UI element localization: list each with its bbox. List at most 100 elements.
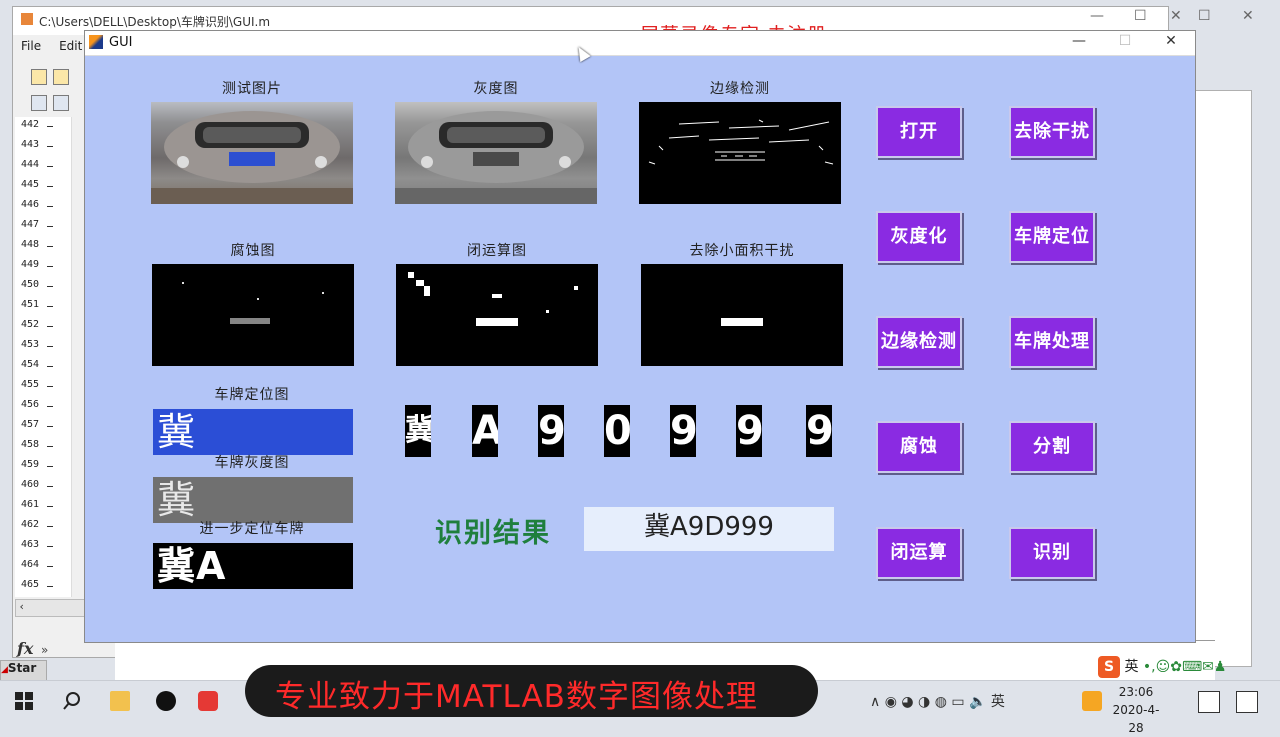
breakpoint-dash[interactable]	[47, 246, 53, 247]
line-number: 461	[21, 499, 40, 510]
sogou-icon[interactable]: S	[1098, 656, 1120, 678]
action-center-icon[interactable]	[1236, 691, 1258, 713]
breakpoint-dash[interactable]	[47, 326, 53, 327]
line-number: 447	[21, 219, 40, 230]
line-number: 455	[21, 379, 40, 390]
close-icon[interactable]: ✕	[1170, 8, 1182, 24]
breakpoint-dash[interactable]	[47, 506, 53, 507]
line-number: 450	[21, 279, 40, 290]
menu-edit[interactable]: Edit	[59, 39, 82, 53]
breakpoint-dash[interactable]	[47, 586, 53, 587]
breakpoint-dash[interactable]	[47, 406, 53, 407]
caption-plate-gray: 车牌灰度图	[214, 455, 290, 471]
breakpoint-dash[interactable]	[47, 226, 53, 227]
recognize-button[interactable]: 识别	[1009, 527, 1095, 579]
line-number: 460	[21, 479, 40, 490]
test-image	[151, 102, 353, 204]
maximize-icon[interactable]: ☐	[1134, 8, 1147, 24]
ime-language[interactable]: 英	[1124, 659, 1138, 675]
breakpoint-dash[interactable]	[47, 266, 53, 267]
line-number: 445	[21, 179, 40, 190]
grayscale-button[interactable]: 灰度化	[876, 211, 962, 263]
matlab-logo-icon	[89, 35, 103, 49]
breakpoint-dash[interactable]	[47, 206, 53, 207]
line-number: 457	[21, 419, 40, 430]
close-icon[interactable]: ✕	[1242, 8, 1254, 24]
breakpoint-dash[interactable]	[47, 566, 53, 567]
erode-button[interactable]: 腐蚀	[876, 421, 962, 473]
clock[interactable]: 23:06 2020-4-28	[1112, 683, 1160, 737]
sogou-tray-icon[interactable]	[1082, 691, 1102, 711]
edge-image	[639, 102, 841, 204]
close-icon[interactable]: ✕	[1161, 33, 1181, 49]
breakpoint-dash[interactable]	[47, 126, 53, 127]
chevron-right-icon[interactable]: »	[41, 643, 48, 657]
line-number: 449	[21, 259, 40, 270]
breakpoint-dash[interactable]	[47, 306, 53, 307]
denoise-button[interactable]: 去除干扰	[1009, 106, 1095, 158]
editor-menu: File Edit	[13, 39, 92, 59]
line-number: 443	[21, 139, 40, 150]
breakpoint-dash[interactable]	[47, 426, 53, 427]
plate-binary-image: 冀A 9D999	[153, 543, 353, 589]
result-label: 识别结果	[435, 518, 551, 549]
breakpoint-dash[interactable]	[47, 386, 53, 387]
segmented-char-2: A	[472, 405, 498, 457]
editor-horizontal-scrollbar[interactable]: ‹	[15, 599, 89, 617]
line-number: 465	[21, 579, 40, 590]
open-folder-icon[interactable]	[53, 69, 69, 85]
line-number: 448	[21, 239, 40, 250]
background-window-controls: — ☐ ✕ ☐ ✕	[1090, 6, 1270, 30]
line-number: 462	[21, 519, 40, 530]
menu-file[interactable]: File	[21, 39, 41, 53]
start-tab[interactable]: ◢Star	[0, 660, 47, 682]
segmented-char-4: 0	[604, 405, 630, 457]
segmented-char-3: 9	[538, 405, 564, 457]
line-number: 451	[21, 299, 40, 310]
caption-gray-image: 灰度图	[473, 81, 519, 97]
breakpoint-dash[interactable]	[47, 166, 53, 167]
ime-tools-icon[interactable]: •,☺✿⌨✉♟	[1143, 659, 1227, 675]
breakpoint-dash[interactable]	[47, 546, 53, 547]
breakpoint-dash[interactable]	[47, 286, 53, 287]
breakpoint-dash[interactable]	[47, 466, 53, 467]
windows-start-icon[interactable]	[14, 691, 34, 711]
line-number: 459	[21, 459, 40, 470]
maximize-icon[interactable]: ☐	[1198, 8, 1211, 24]
segmented-char-6: 9	[736, 405, 762, 457]
line-number: 456	[21, 399, 40, 410]
new-file-icon[interactable]	[31, 69, 47, 85]
breakpoint-dash[interactable]	[47, 346, 53, 347]
minimize-icon[interactable]: —	[1069, 33, 1089, 49]
breakpoint-dash[interactable]	[47, 146, 53, 147]
plate-process-button[interactable]: 车牌处理	[1009, 316, 1095, 368]
segment-button[interactable]: 分割	[1009, 421, 1095, 473]
closing-button[interactable]: 闭运算	[876, 527, 962, 579]
plate-locate-button[interactable]: 车牌定位	[1009, 211, 1095, 263]
notification-icon[interactable]	[1198, 691, 1220, 713]
caption-plate-further: 进一步定位车牌	[199, 521, 305, 537]
caption-erode-image: 腐蚀图	[230, 243, 276, 259]
breakpoint-dash[interactable]	[47, 486, 53, 487]
breakpoint-dash[interactable]	[47, 186, 53, 187]
remove-small-image	[641, 264, 843, 366]
promo-banner-text: 专业致力于MATLAB数字图像处理	[275, 679, 758, 715]
caption-test-image: 测试图片	[222, 81, 282, 97]
breakpoint-dash[interactable]	[47, 446, 53, 447]
tray-icons[interactable]: ∧ ◉ ◕ ◑ ◍ ▭ 🔈 英	[870, 691, 1005, 711]
open-button[interactable]: 打开	[876, 106, 962, 158]
matlab-icon	[21, 13, 33, 25]
result-value: 冀A9D999	[584, 507, 834, 551]
qq-icon[interactable]	[156, 691, 176, 711]
indent-icon[interactable]	[31, 95, 47, 111]
edge-detect-button[interactable]: 边缘检测	[876, 316, 962, 368]
maximize-icon[interactable]: ☐	[1115, 33, 1135, 49]
outdent-icon[interactable]	[53, 95, 69, 111]
breakpoint-dash[interactable]	[47, 526, 53, 527]
app-icon[interactable]	[198, 691, 218, 711]
search-icon[interactable]	[62, 691, 82, 711]
breakpoint-dash[interactable]	[47, 366, 53, 367]
file-explorer-icon[interactable]	[110, 691, 130, 711]
caption-close-image: 闭运算图	[467, 243, 527, 259]
minimize-icon[interactable]: —	[1090, 8, 1104, 24]
